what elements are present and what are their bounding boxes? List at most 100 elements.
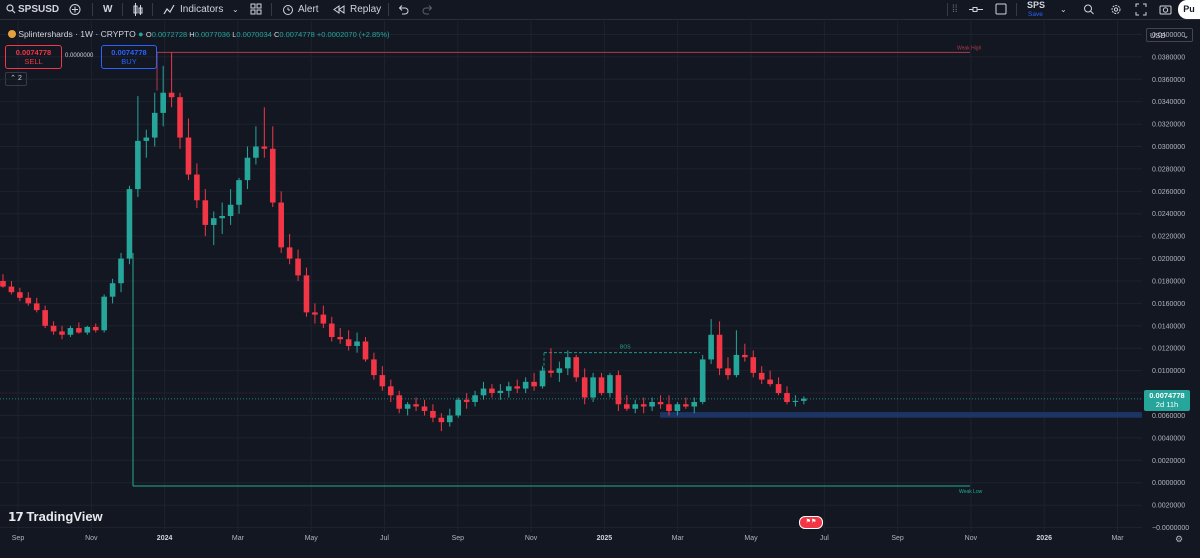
candle-body: [581, 377, 588, 398]
interval-button[interactable]: W: [103, 0, 112, 19]
candle-body: [67, 328, 74, 335]
fullscreen-square-icon[interactable]: [995, 0, 1007, 19]
candle-body: [151, 112, 158, 138]
layouts-icon[interactable]: [250, 0, 262, 19]
chart-pane[interactable]: Weak High Weak Low BOS: [0, 21, 1142, 532]
time-tick-label: Mar: [1111, 535, 1124, 542]
candle-body: [42, 310, 48, 326]
price-tick-label: 0.0000000: [1152, 480, 1185, 487]
collapse-chevron-icon: ⌃: [10, 75, 16, 82]
undo-icon[interactable]: [397, 0, 409, 19]
candle-body: [379, 375, 386, 387]
replay-icon[interactable]: [333, 0, 345, 19]
settings-gear-icon[interactable]: [1110, 0, 1122, 19]
sell-label: SELL: [24, 57, 43, 66]
fullscreen-icon[interactable]: [1135, 0, 1147, 19]
candle-body: [556, 368, 563, 373]
time-tick-label: Jul: [380, 535, 389, 542]
sps-coin-icon: [8, 30, 16, 38]
price-tick-label: 0.0020000: [1152, 503, 1185, 510]
candles-icon[interactable]: [132, 0, 144, 19]
quick-search-icon[interactable]: [1083, 0, 1095, 19]
tradingview-logo[interactable]: 𝟭𝟳 TradingView: [8, 509, 103, 524]
buy-label: BUY: [121, 57, 137, 66]
currency-value: USD: [1150, 31, 1166, 40]
buy-price: 0.0074778: [111, 48, 147, 57]
replay-button[interactable]: Replay: [350, 0, 381, 19]
price-tick-label: 0.0360000: [1152, 77, 1185, 84]
candle-body: [76, 328, 82, 333]
candle-body: [185, 137, 192, 175]
camera-icon[interactable]: [1159, 0, 1172, 19]
drag-handle-icon[interactable]: ⁞⁞: [952, 0, 958, 19]
time-axis[interactable]: Sep Nov 2024 Mar May Jul Sep Nov 2025 Mar May Jul Se…: [0, 532, 1142, 553]
candle-body: [59, 331, 65, 335]
publish-button[interactable]: Pu: [1178, 0, 1200, 19]
layout-menu-chevron-icon[interactable]: ⌄: [1060, 0, 1067, 19]
price-tick-label: 0.0260000: [1152, 189, 1185, 196]
candle-body: [674, 404, 681, 411]
candle-body: [413, 404, 419, 407]
candle-body: [295, 258, 301, 276]
candle-body: [758, 372, 765, 380]
chart-legend: Splintershards · 1W · CRYPTO ● O0.007272…: [8, 29, 389, 39]
candle-body: [328, 323, 335, 338]
indicators-button[interactable]: Indicators: [180, 0, 223, 19]
price-tick-label: 0.0340000: [1152, 99, 1185, 106]
alert-button[interactable]: Alert: [298, 0, 319, 19]
time-tick-label: 2025: [597, 535, 613, 542]
time-settings-icon[interactable]: ⚙: [1175, 534, 1183, 545]
price-tick-label: 0.0240000: [1152, 211, 1185, 218]
candle-body: [33, 303, 40, 311]
chevron-down-icon[interactable]: ⌄: [232, 0, 239, 19]
time-tick-label: 2024: [157, 535, 173, 542]
candle-body: [615, 375, 622, 405]
currency-select[interactable]: USD ⌄: [1146, 28, 1193, 42]
sell-button[interactable]: 0.0074778 SELL: [5, 45, 62, 69]
spread-value: 0.0000000: [65, 53, 94, 59]
candle-body: [387, 386, 394, 396]
alarm-clock-icon[interactable]: [282, 0, 294, 19]
time-tick-label: Nov: [85, 535, 98, 542]
candle-body: [506, 386, 512, 391]
compare-icon[interactable]: [69, 0, 81, 19]
economic-events-icon[interactable]: ⚑⚑: [799, 516, 823, 529]
candle-body: [708, 334, 714, 360]
sell-price: 0.0074778: [15, 48, 52, 57]
time-tick-label: Jul: [820, 535, 829, 542]
indicators-icon[interactable]: [163, 0, 175, 19]
indicators-collapse-button[interactable]: ⌃ 2: [5, 72, 27, 86]
candle-body: [253, 146, 259, 158]
demand-zone: [660, 412, 1142, 418]
candle-body: [683, 404, 689, 407]
candle-body: [421, 406, 428, 411]
candle-body: [371, 359, 377, 376]
time-tick-label: 2026: [1036, 535, 1052, 542]
redo-icon[interactable]: [422, 0, 434, 19]
candle-body: [548, 370, 554, 373]
candle-body: [177, 97, 183, 138]
candle-body: [261, 146, 268, 149]
candle-body: [269, 148, 276, 203]
last-price-value: 0.0074778: [1149, 390, 1185, 400]
candle-body: [691, 402, 698, 407]
candle-body: [50, 325, 57, 332]
candle-body: [194, 174, 200, 201]
tradingview-mark-icon: 𝟭𝟳: [8, 510, 24, 524]
time-tick-label: May: [744, 535, 758, 542]
price-axis[interactable]: 0.0400000 0.0380000 0.0360000 0.0340000 0.03…: [1142, 21, 1200, 554]
legend-title[interactable]: Splintershards · 1W · CRYPTO: [18, 29, 135, 39]
candle-body: [480, 388, 487, 396]
symbol-search-button[interactable]: SPSUSD: [18, 0, 59, 19]
candle-body: [666, 404, 672, 411]
candle-body: [202, 200, 209, 225]
open-value: 0.0072728: [151, 30, 188, 39]
time-tick-label: Nov: [525, 535, 538, 542]
price-tick-label: 0.0180000: [1152, 278, 1185, 285]
object-tree-icon[interactable]: [968, 0, 984, 19]
time-tick-label: Sep: [452, 535, 465, 542]
buy-button[interactable]: 0.0074778 BUY: [101, 45, 157, 69]
candlestick-chart: Weak High Weak Low BOS: [0, 21, 1142, 532]
search-icon[interactable]: [6, 0, 16, 19]
candle-body: [649, 402, 655, 407]
